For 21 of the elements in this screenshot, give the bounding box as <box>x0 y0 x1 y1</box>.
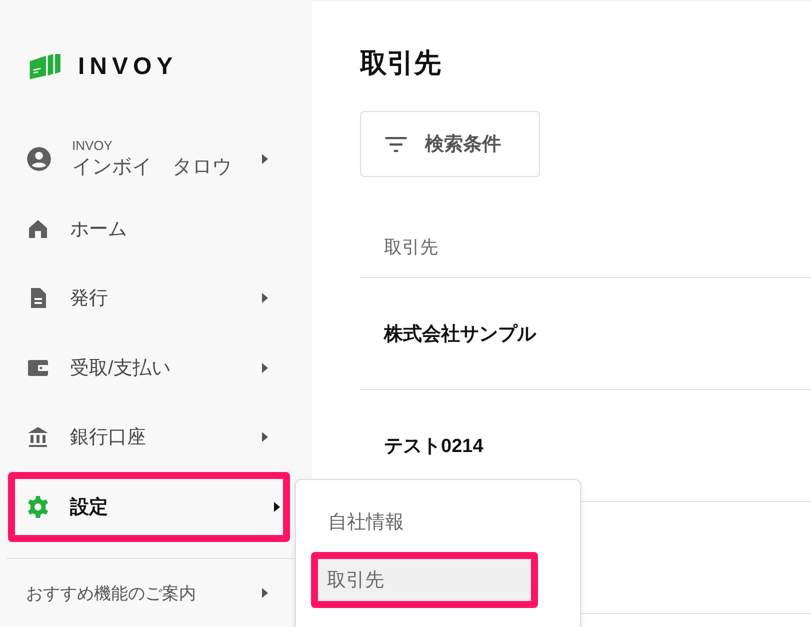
page-title: 取引先 <box>360 47 442 80</box>
table-cell-text: 株式会社サンプル <box>384 322 536 346</box>
logo-text: INVOY <box>78 53 178 82</box>
table-cell-text: テスト0214 <box>384 434 484 458</box>
filter-button[interactable]: 検索条件 <box>360 111 540 177</box>
column-header: 取引先 <box>360 217 811 278</box>
user-name: インボイ タロウ <box>72 154 233 180</box>
nav-item[interactable]: 設定 <box>8 472 290 542</box>
nav-item[interactable]: 銀行口座 <box>0 402 302 472</box>
nav-item[interactable]: 発行 <box>0 264 302 334</box>
submenu-item[interactable]: 自社情報 <box>296 492 580 552</box>
nav-item[interactable]: 受取/支払い <box>0 333 302 403</box>
submenu-item[interactable]: 取引先 <box>311 552 538 608</box>
company-name: INVOY <box>72 138 114 152</box>
filter-icon <box>385 136 407 152</box>
bank-icon <box>26 425 50 450</box>
nav-item[interactable]: ホーム <box>0 194 302 264</box>
gear-icon <box>26 494 50 519</box>
account-menu[interactable]: INVOY インボイ タロウ <box>0 124 302 192</box>
user-icon <box>26 146 52 172</box>
promo-link[interactable]: おすすめ機能のご案内 <box>0 559 302 627</box>
